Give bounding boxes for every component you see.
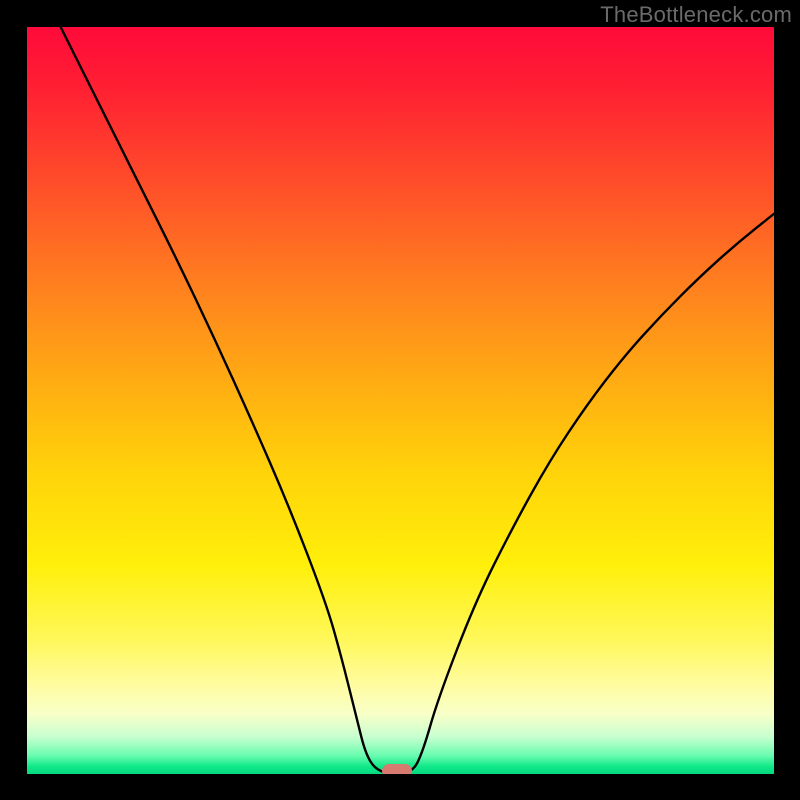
optimal-marker [382,764,412,774]
bottleneck-curve [27,27,774,774]
plot-area [27,27,774,774]
attribution-text: TheBottleneck.com [600,2,792,28]
chart-stage: TheBottleneck.com [0,0,800,800]
